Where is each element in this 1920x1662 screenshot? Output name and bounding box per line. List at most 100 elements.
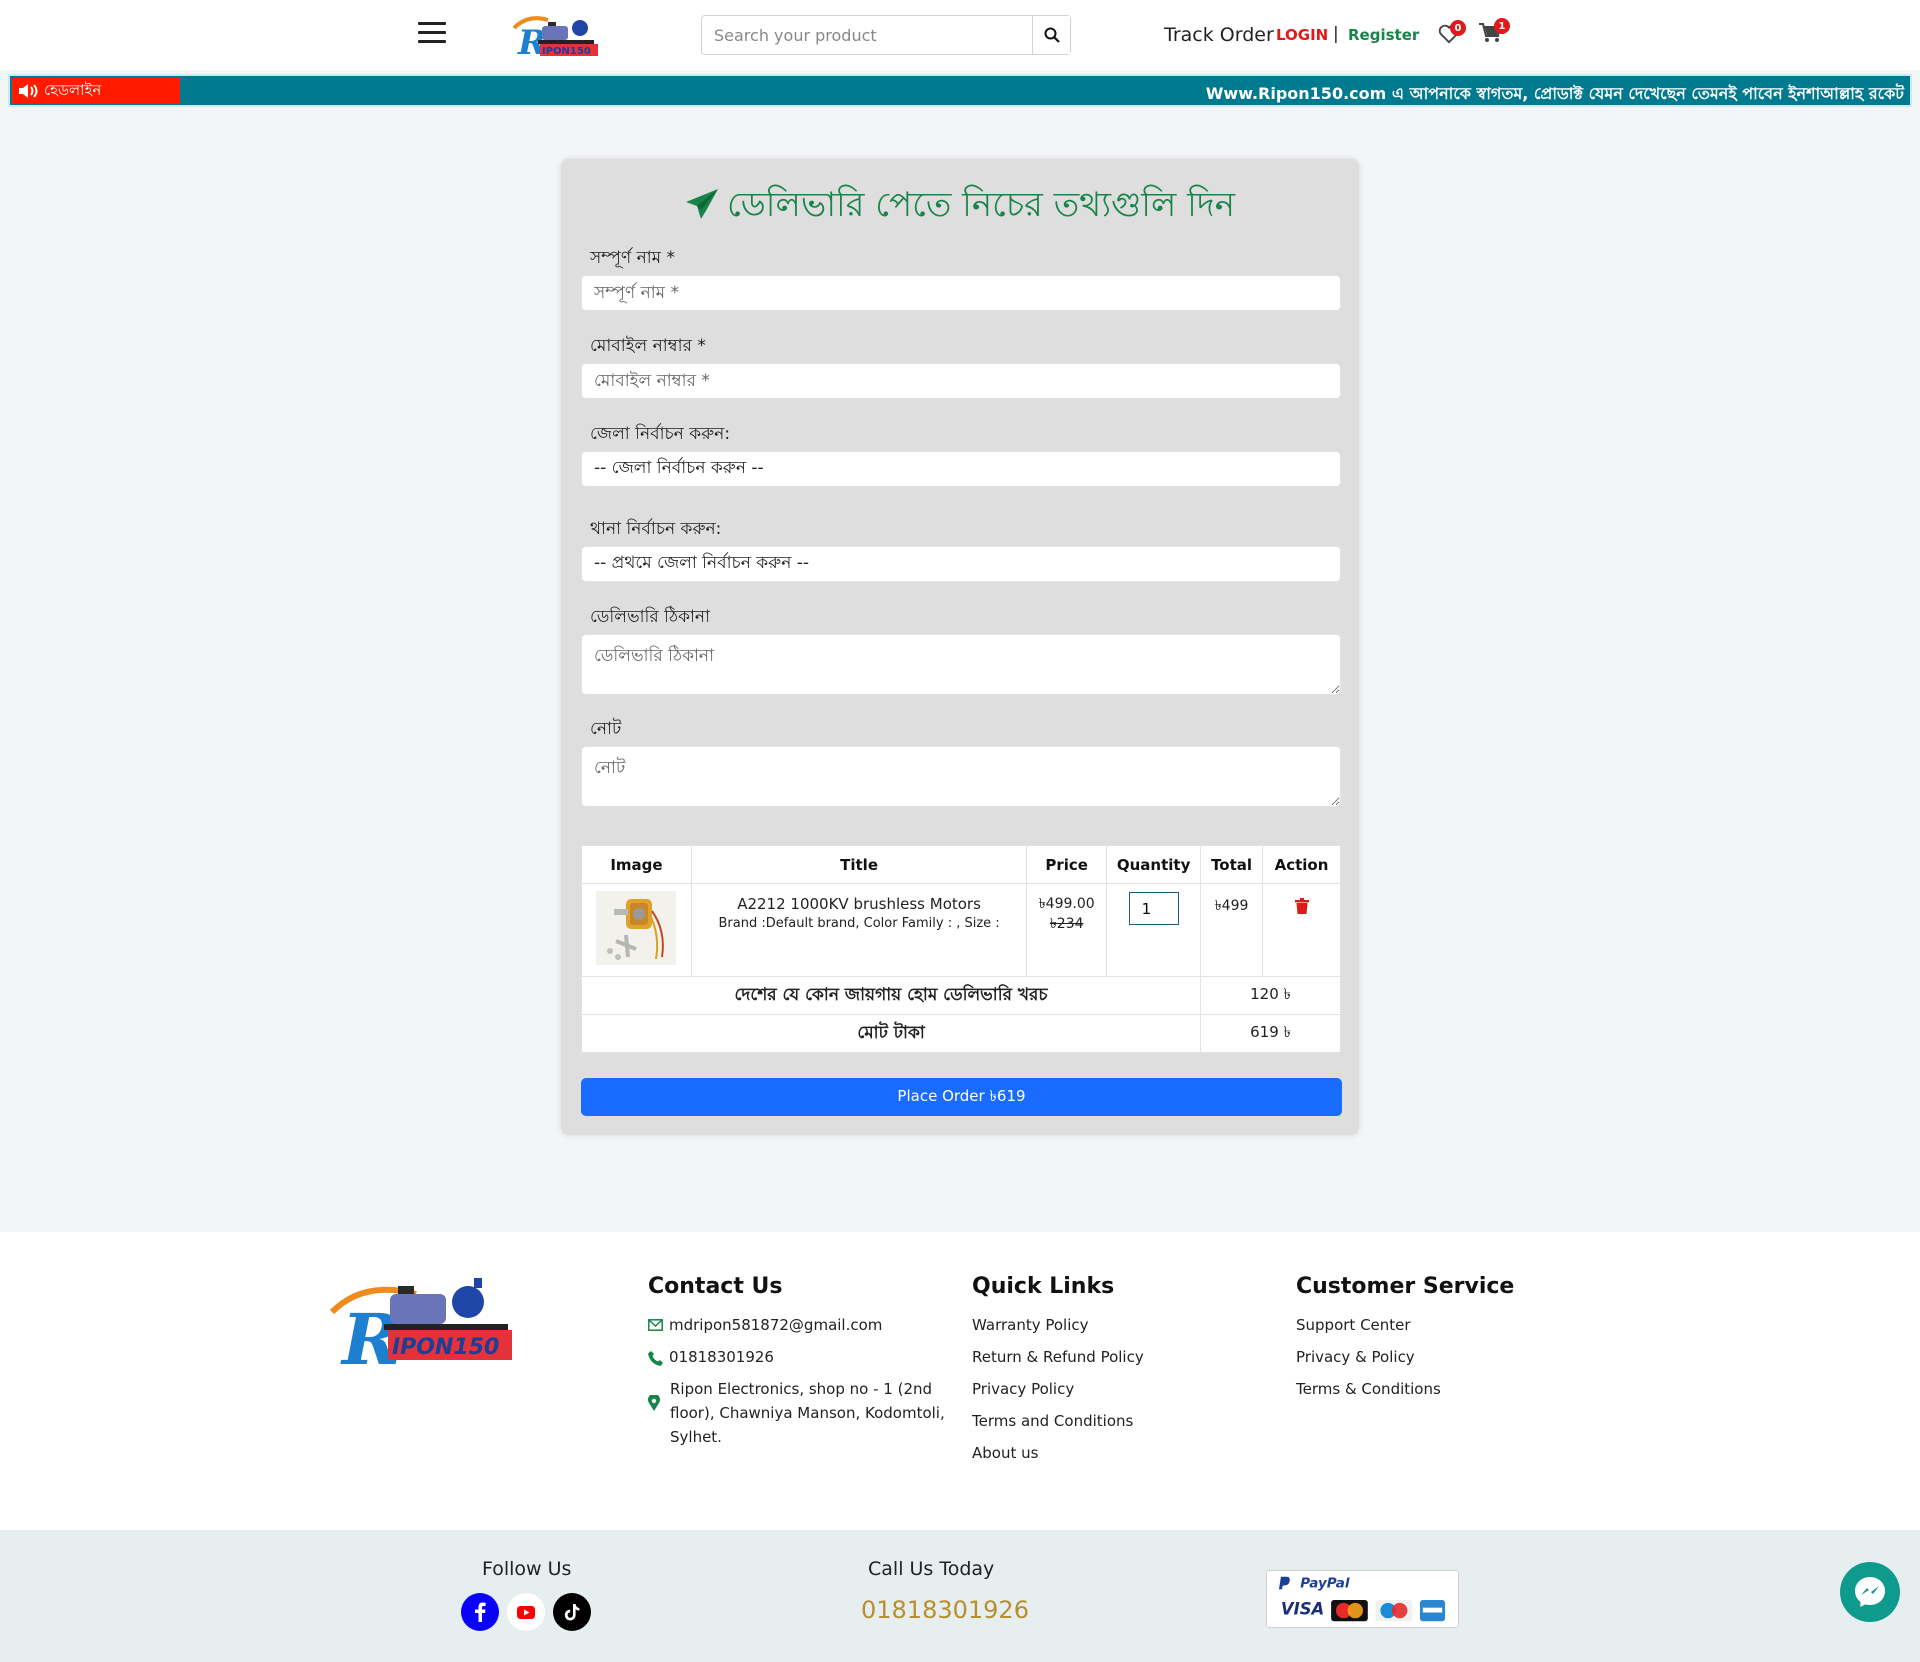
product-title[interactable]: A2212 1000KV brushless Motors: [692, 894, 1026, 914]
grand-total-value: 619 ৳: [1200, 1014, 1341, 1053]
footer-link-warranty[interactable]: Warranty Policy: [972, 1309, 1212, 1341]
register-link[interactable]: Register: [1348, 26, 1419, 44]
table-row: A2212 1000KV brushless Motors Brand :Def…: [581, 883, 1341, 977]
column-header: Quantity: [1106, 845, 1202, 884]
action-cell: [1262, 883, 1341, 977]
follow-us-label: Follow Us: [482, 1558, 572, 1580]
visa-wordmark: VISA: [1281, 1599, 1324, 1618]
search-icon: [1044, 27, 1060, 43]
separator: |: [1333, 24, 1339, 44]
site-footer: R IPON150 Contact Us mdripon581872@gmail…: [0, 1232, 1920, 1530]
delivery-charge-row: দেশের যে কোন জায়গায় হোম ডেলিভারি খরচ 1…: [580, 976, 1341, 1015]
district-label: জেলা নির্বাচন করুন:: [590, 424, 731, 444]
product-image[interactable]: [596, 891, 677, 965]
product-image-cell: [581, 883, 692, 977]
customer-service-column: Customer Service Support Center Privacy …: [1296, 1274, 1536, 1405]
customer-service-title: Customer Service: [1296, 1274, 1515, 1299]
footer-bottom-bar: Follow Us Call Us Today 01818301926 PayP…: [0, 1530, 1920, 1662]
location-pin-icon: [648, 1395, 660, 1411]
headline-label-text: হেডলাইন: [44, 80, 102, 99]
table-header-row: Image Title Price Quantity Total Action: [581, 845, 1341, 884]
footer-logo-text: IPON150: [392, 1335, 499, 1360]
checkout-form: ডেলিভারি পেতে নিচের তথ্যগুলি দিন সম্পূর্…: [561, 159, 1359, 1135]
tiktok-link[interactable]: [553, 1593, 591, 1631]
quick-links-column: Quick Links Warranty Policy Return & Ref…: [972, 1274, 1212, 1469]
site-header: R IPON150 Track Order LOGIN | Register 0: [0, 0, 1920, 70]
track-order-link[interactable]: Track Order: [1164, 24, 1274, 46]
contact-email-text: mdripon581872@gmail.com: [669, 1316, 883, 1334]
name-label: সম্পূর্ণ নাম *: [590, 248, 676, 268]
contact-phone-text: 01818301926: [669, 1348, 774, 1366]
footer-link-privacy-policy[interactable]: Privacy & Policy: [1296, 1341, 1536, 1373]
wishlist-button[interactable]: 0: [1438, 20, 1466, 48]
speaker-icon: [19, 84, 38, 98]
cart-button[interactable]: 1: [1478, 18, 1510, 48]
grand-total-label: মোট টাকা: [580, 1014, 1202, 1053]
menu-icon[interactable]: [418, 22, 446, 48]
mobile-label: মোবাইল নাম্বার *: [590, 336, 706, 356]
place-order-button[interactable]: Place Order ৳619: [581, 1078, 1342, 1116]
login-link[interactable]: LOGIN: [1276, 26, 1328, 44]
line-total: ৳499: [1200, 883, 1264, 977]
full-name-input[interactable]: [581, 275, 1341, 311]
district-selected-value: -- জেলা নির্বাচন করুন --: [594, 458, 764, 478]
quantity-cell: [1106, 883, 1202, 977]
contact-address: Ripon Electronics, shop no - 1 (2nd floo…: [648, 1377, 948, 1449]
footer-link-terms-conditions[interactable]: Terms & Conditions: [1296, 1373, 1536, 1405]
call-us-number[interactable]: 01818301926: [861, 1596, 1029, 1624]
messenger-icon: [1855, 1577, 1885, 1607]
column-header: Price: [1026, 845, 1108, 884]
column-header: Image: [581, 845, 692, 884]
envelope-icon: [648, 1319, 663, 1331]
price-cell: ৳499.00 ৳234: [1026, 883, 1108, 977]
footer-link-terms[interactable]: Terms and Conditions: [972, 1405, 1212, 1437]
contact-column: Contact Us mdripon581872@gmail.com 01818…: [648, 1274, 948, 1449]
address-label: ডেলিভারি ঠিকানা: [590, 607, 711, 627]
footer-link-support[interactable]: Support Center: [1296, 1309, 1536, 1341]
messenger-chat-button[interactable]: [1840, 1562, 1900, 1622]
delivery-address-input[interactable]: [581, 634, 1341, 695]
tiktok-icon: [564, 1604, 580, 1621]
headline-text: Www.Ripon150.com এ আপনাকে স্বাগতম, প্রোড…: [1205, 84, 1904, 103]
product-attributes: Brand :Default brand, Color Family : , S…: [718, 916, 1000, 931]
product-price: ৳499.00: [1038, 896, 1095, 912]
footer-link-about[interactable]: About us: [972, 1437, 1212, 1469]
contact-title: Contact Us: [648, 1274, 783, 1299]
cart-count-badge: 1: [1494, 18, 1510, 34]
contact-email[interactable]: mdripon581872@gmail.com: [648, 1309, 948, 1341]
footer-link-privacy[interactable]: Privacy Policy: [972, 1373, 1212, 1405]
note-input[interactable]: [581, 746, 1341, 807]
search-button[interactable]: [1032, 16, 1070, 54]
thana-selected-value: -- প্রথমে জেলা নির্বাচন করুন --: [594, 553, 810, 573]
headline-label: হেডলাইন: [12, 78, 180, 104]
search-input[interactable]: [702, 16, 1032, 54]
payment-methods-logo: PayPal VISA: [1266, 1570, 1459, 1628]
grand-total-row: মোট টাকা 619 ৳: [580, 1014, 1341, 1053]
footer-logo[interactable]: R IPON150: [324, 1272, 514, 1368]
facebook-link[interactable]: [461, 1593, 499, 1631]
form-title-text: ডেলিভারি পেতে নিচের তথ্যগুলি দিন: [726, 185, 1235, 225]
column-header: Title: [690, 845, 1028, 884]
district-select[interactable]: -- জেলা নির্বাচন করুন --: [581, 451, 1341, 487]
phone-icon: [648, 1351, 663, 1366]
mobile-input[interactable]: [581, 363, 1341, 399]
wishlist-count-badge: 0: [1450, 20, 1466, 36]
contact-phone[interactable]: 01818301926: [648, 1341, 948, 1373]
thana-label: থানা নির্বাচন করুন:: [590, 519, 722, 539]
contact-address-text: Ripon Electronics, shop no - 1 (2nd floo…: [670, 1380, 945, 1446]
headline-marquee: হেডলাইন Www.Ripon150.com এ আপনাকে স্বাগত…: [8, 74, 1912, 107]
product-title-cell: A2212 1000KV brushless Motors Brand :Def…: [690, 883, 1028, 977]
trash-icon[interactable]: [1294, 898, 1309, 914]
paypal-wordmark: PayPal: [1300, 1575, 1350, 1591]
delivery-charge-value: 120 ৳: [1200, 976, 1341, 1015]
youtube-link[interactable]: [507, 1593, 545, 1631]
delivery-charge-label: দেশের যে কোন জায়গায় হোম ডেলিভারি খরচ: [580, 976, 1202, 1015]
site-logo[interactable]: R IPON150: [508, 10, 608, 60]
column-header: Total: [1200, 845, 1264, 884]
quick-links-title: Quick Links: [972, 1274, 1115, 1299]
note-label: নোট: [590, 719, 622, 739]
footer-link-return-refund[interactable]: Return & Refund Policy: [972, 1341, 1212, 1373]
quantity-input[interactable]: [1128, 892, 1179, 925]
thana-select[interactable]: -- প্রথমে জেলা নির্বাচন করুন --: [581, 546, 1341, 582]
youtube-icon: [517, 1605, 535, 1619]
